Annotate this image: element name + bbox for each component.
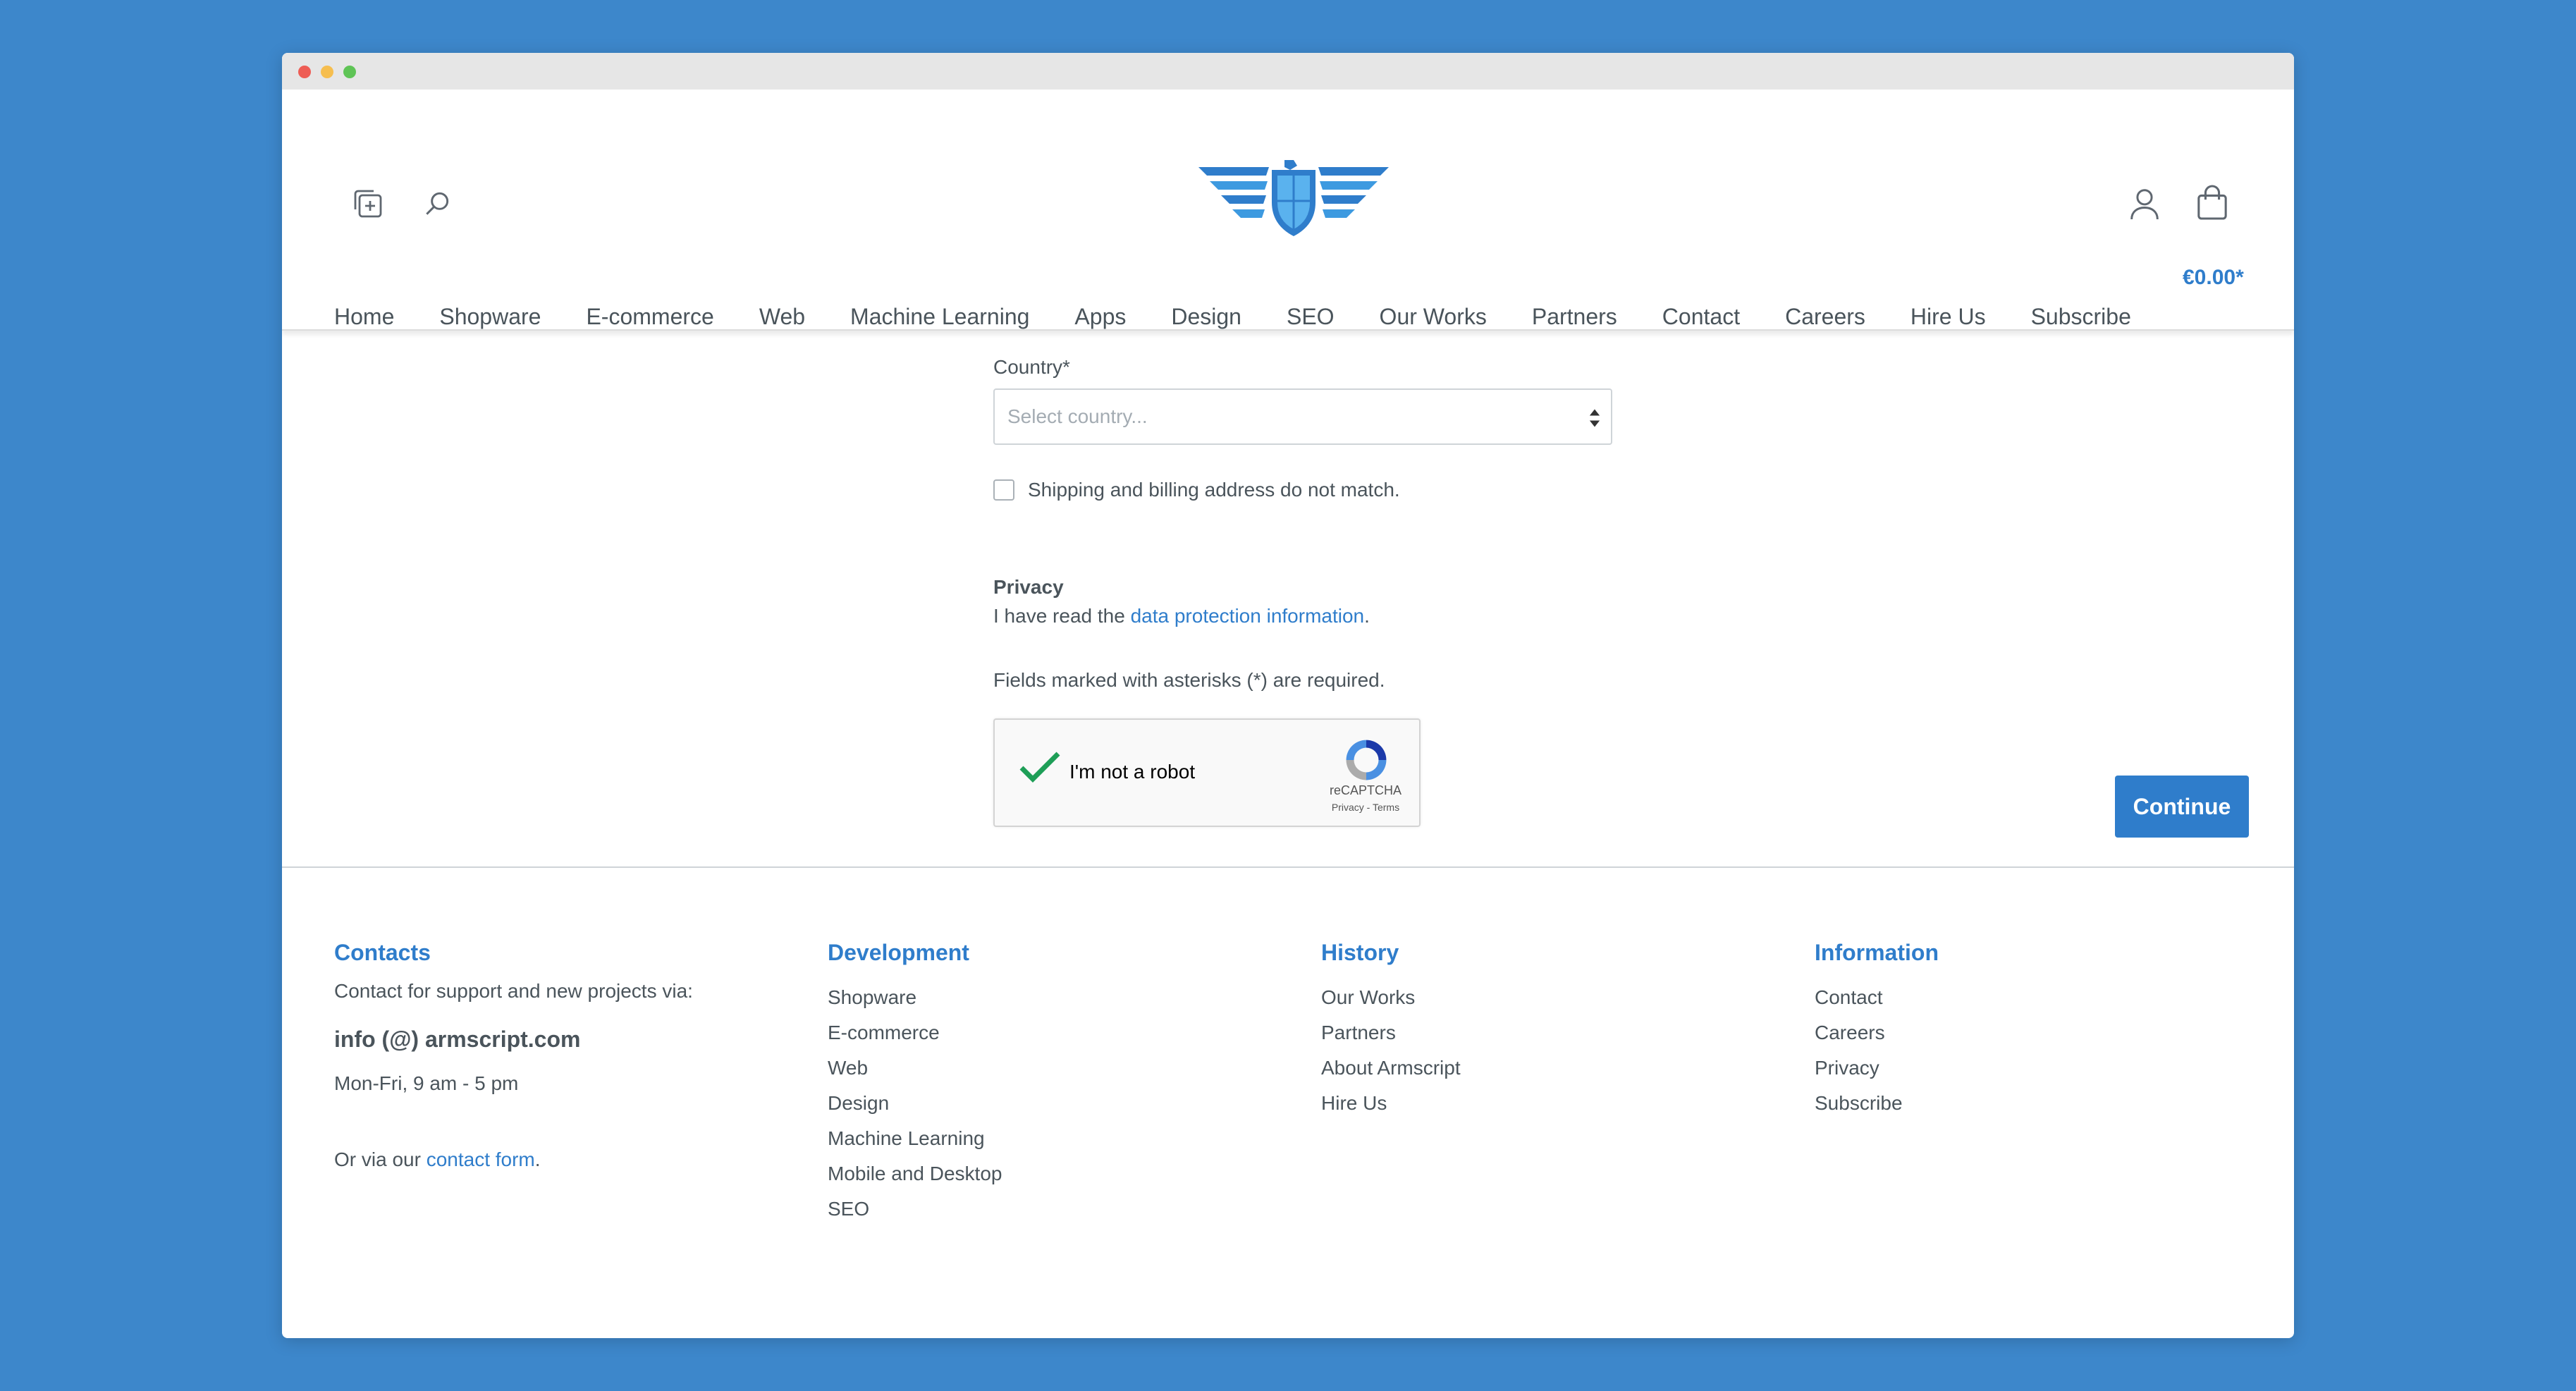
- footer-link-seo[interactable]: SEO: [828, 1191, 1002, 1227]
- footer-information: Information Contact Careers Privacy Subs…: [1815, 940, 1939, 1121]
- nav-careers[interactable]: Careers: [1785, 304, 1865, 330]
- shopping-bag-icon: [2197, 185, 2227, 220]
- footer-development-title: Development: [828, 940, 969, 965]
- contact-form-text: Or via our contact form.: [334, 1148, 693, 1171]
- recaptcha-label[interactable]: I'm not a robot: [1069, 761, 1195, 783]
- footer-link-design[interactable]: Design: [828, 1086, 1002, 1121]
- nav-web[interactable]: Web: [759, 304, 805, 330]
- footer-link-web[interactable]: Web: [828, 1050, 1002, 1086]
- footer-link-our-works[interactable]: Our Works: [1321, 980, 1461, 1015]
- recaptcha-privacy-terms[interactable]: Privacy - Terms: [1323, 802, 1408, 813]
- footer-history: History Our Works Partners About Armscri…: [1321, 940, 1461, 1121]
- cart-total[interactable]: €0.00*: [2183, 266, 2244, 290]
- continue-button[interactable]: Continue: [2115, 776, 2249, 838]
- contact-hours: Mon-Fri, 9 am - 5 pm: [334, 1072, 519, 1094]
- nav-our-works[interactable]: Our Works: [1380, 304, 1487, 330]
- footer-link-hire-us[interactable]: Hire Us: [1321, 1086, 1461, 1121]
- main-navigation: Home Shopware E-commerce Web Machine Lea…: [334, 304, 2176, 330]
- nav-e-commerce[interactable]: E-commerce: [586, 304, 713, 330]
- footer-development: Development Shopware E-commerce Web Desi…: [828, 940, 1002, 1227]
- nav-design[interactable]: Design: [1171, 304, 1241, 330]
- maximize-window-button[interactable]: [343, 66, 356, 78]
- footer-divider: [282, 866, 2294, 868]
- nav-home[interactable]: Home: [334, 304, 394, 330]
- armscript-logo[interactable]: [1198, 160, 1389, 238]
- add-to-collection-icon: [354, 190, 382, 218]
- privacy-title: Privacy: [993, 576, 1064, 598]
- search-button[interactable]: [416, 183, 458, 225]
- nav-shopware[interactable]: Shopware: [439, 304, 541, 330]
- footer-link-subscribe[interactable]: Subscribe: [1815, 1086, 1939, 1121]
- footer-link-privacy[interactable]: Privacy: [1815, 1050, 1939, 1086]
- browser-window: €0.00* Home Shopware E-commerce Web Mach…: [282, 53, 2294, 1338]
- contact-intro: Contact for support and new projects via…: [334, 980, 693, 1002]
- footer-link-careers[interactable]: Careers: [1815, 1015, 1939, 1050]
- nav-machine-learning[interactable]: Machine Learning: [850, 304, 1029, 330]
- user-icon: [2130, 189, 2159, 220]
- recaptcha-logo-icon: [1346, 740, 1387, 780]
- close-window-button[interactable]: [298, 66, 311, 78]
- nav-partners[interactable]: Partners: [1532, 304, 1617, 330]
- recaptcha-widget: I'm not a robot reCAPTCHA Privacy - Term…: [993, 718, 1421, 827]
- contact-form-link[interactable]: contact form: [427, 1148, 535, 1170]
- footer-link-shopware[interactable]: Shopware: [828, 980, 1002, 1015]
- country-select[interactable]: Select country...: [993, 388, 1612, 445]
- search-icon: [426, 192, 449, 215]
- footer-link-e-commerce[interactable]: E-commerce: [828, 1015, 1002, 1050]
- privacy-text-before: I have read the: [993, 605, 1131, 627]
- nav-hire-us[interactable]: Hire Us: [1910, 304, 1986, 330]
- footer-link-contact[interactable]: Contact: [1815, 980, 1939, 1015]
- footer-information-title: Information: [1815, 940, 1939, 965]
- nav-seo[interactable]: SEO: [1287, 304, 1335, 330]
- minimize-window-button[interactable]: [321, 66, 333, 78]
- site-header: €0.00* Home Shopware E-commerce Web Mach…: [282, 90, 2294, 331]
- privacy-text: I have read the data protection informat…: [993, 605, 1370, 627]
- footer-link-partners[interactable]: Partners: [1321, 1015, 1461, 1050]
- different-address-label[interactable]: Shipping and billing address do not matc…: [1028, 479, 1400, 501]
- contact-form-after: .: [534, 1148, 541, 1170]
- wishlist-button[interactable]: [347, 183, 389, 225]
- checkmark-icon[interactable]: [1019, 749, 1061, 785]
- footer-contacts: Contacts Contact for support and new pro…: [334, 940, 693, 1171]
- footer-contacts-title: Contacts: [334, 940, 431, 965]
- data-protection-link[interactable]: data protection information: [1131, 605, 1365, 627]
- account-button[interactable]: [2123, 183, 2166, 225]
- required-fields-note: Fields marked with asterisks (*) are req…: [993, 669, 1385, 691]
- nav-apps[interactable]: Apps: [1074, 304, 1126, 330]
- contact-email: info (@) armscript.com: [334, 1027, 581, 1052]
- footer-link-about[interactable]: About Armscript: [1321, 1050, 1461, 1086]
- cart-button[interactable]: [2191, 181, 2233, 223]
- country-select-placeholder: Select country...: [1007, 405, 1148, 427]
- nav-subscribe[interactable]: Subscribe: [2031, 304, 2131, 330]
- different-address-checkbox[interactable]: [993, 479, 1014, 501]
- footer-link-mobile-desktop[interactable]: Mobile and Desktop: [828, 1156, 1002, 1191]
- footer-link-machine-learning[interactable]: Machine Learning: [828, 1121, 1002, 1156]
- contact-form-before: Or via our: [334, 1148, 427, 1170]
- privacy-text-after: .: [1364, 605, 1370, 627]
- select-arrows-icon: [1589, 409, 1600, 427]
- nav-contact[interactable]: Contact: [1662, 304, 1740, 330]
- country-label: Country*: [993, 356, 1070, 378]
- footer-history-title: History: [1321, 940, 1399, 965]
- recaptcha-brand: reCAPTCHA: [1329, 783, 1402, 797]
- window-titlebar: [282, 53, 2294, 90]
